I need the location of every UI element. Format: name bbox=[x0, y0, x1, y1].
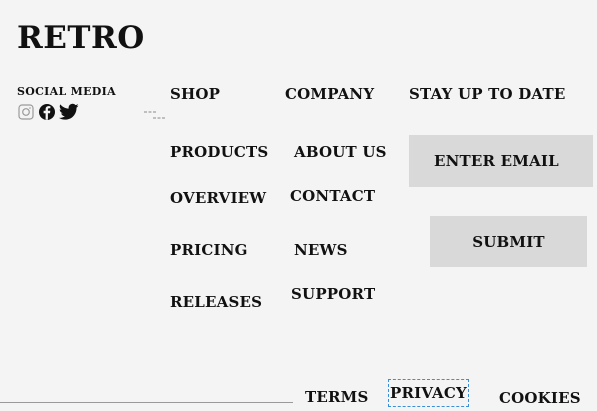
legal-link-terms[interactable]: TERMS bbox=[305, 388, 369, 406]
social-media-label: SOCIAL MEDIA bbox=[17, 85, 116, 98]
nav-link-releases[interactable]: RELEASES bbox=[170, 293, 262, 311]
facebook-icon[interactable] bbox=[38, 103, 56, 121]
instagram-icon[interactable] bbox=[17, 103, 35, 121]
submit-button[interactable]: SUBMIT bbox=[430, 216, 587, 267]
nav-link-contact[interactable]: CONTACT bbox=[290, 187, 375, 205]
nav-heading-company[interactable]: COMPANY bbox=[285, 85, 374, 103]
decorative-dashes bbox=[144, 111, 166, 119]
newsletter-heading: STAY UP TO DATE bbox=[409, 85, 566, 103]
nav-link-overview[interactable]: OVERVIEW bbox=[170, 189, 266, 207]
nav-heading-shop[interactable]: SHOP bbox=[170, 85, 220, 103]
nav-link-support[interactable]: SUPPORT bbox=[291, 285, 375, 303]
footer-divider bbox=[0, 402, 293, 403]
nav-link-news[interactable]: NEWS bbox=[294, 241, 348, 259]
social-icons bbox=[17, 103, 79, 121]
legal-link-privacy[interactable]: PRIVACY bbox=[388, 379, 469, 407]
brand-logo[interactable]: RETRO bbox=[17, 20, 145, 56]
nav-link-about-us[interactable]: ABOUT US bbox=[294, 143, 387, 161]
legal-link-cookies[interactable]: COOKIES bbox=[499, 389, 581, 407]
nav-link-pricing[interactable]: PRICING bbox=[170, 241, 248, 259]
email-input[interactable] bbox=[409, 135, 593, 187]
twitter-icon[interactable] bbox=[59, 103, 79, 121]
nav-link-products[interactable]: PRODUCTS bbox=[170, 143, 268, 161]
